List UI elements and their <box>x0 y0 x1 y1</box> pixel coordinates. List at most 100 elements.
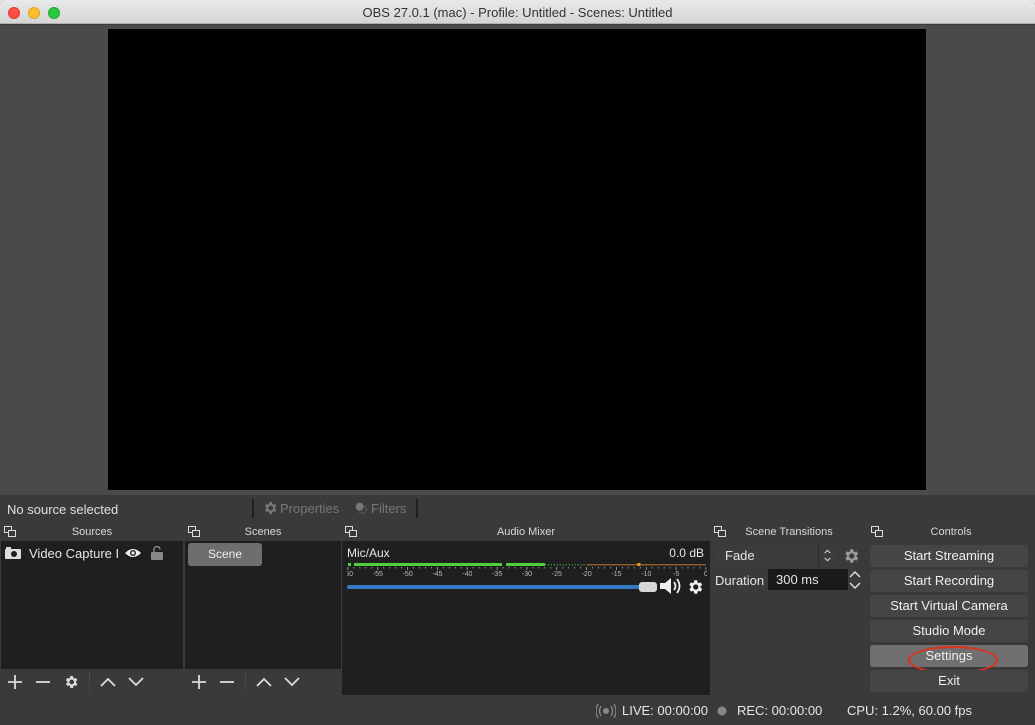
duration-input[interactable]: 300 ms <box>768 569 848 590</box>
meter-minor-tick <box>419 567 420 569</box>
divider <box>89 672 90 692</box>
meter-minor-tick <box>431 567 432 569</box>
meter-major-tick <box>377 567 379 570</box>
meter-minor-tick <box>448 567 450 569</box>
transition-select[interactable]: Fade <box>715 545 836 566</box>
move-source-down-button[interactable] <box>122 669 150 695</box>
meter-minor-tick <box>395 567 397 569</box>
meter-minor-tick <box>598 567 599 569</box>
unlock-icon[interactable] <box>151 546 163 560</box>
obs-window: OBS 27.0.1 (mac) - Profile: Untitled - S… <box>0 0 1035 725</box>
meter-minor-tick <box>633 567 635 569</box>
volume-slider[interactable] <box>347 579 657 595</box>
context-bar: No source selected Properties Filters <box>0 495 1035 522</box>
properties-label: Properties <box>280 500 340 516</box>
settings-label: Settings <box>925 648 973 663</box>
title-bar: OBS 27.0.1 (mac) - Profile: Untitled - S… <box>0 0 1035 24</box>
scenes-dock: Scenes Scene <box>185 523 341 695</box>
meter-major-tick <box>347 567 349 570</box>
meter-minor-tick <box>365 567 367 569</box>
window-title: OBS 27.0.1 (mac) - Profile: Untitled - S… <box>362 5 673 20</box>
move-source-up-button[interactable] <box>94 669 122 695</box>
meter-major-tick <box>526 567 528 570</box>
scene-item[interactable]: Scene <box>188 543 262 566</box>
broadcast-icon <box>596 703 616 718</box>
meter-minor-tick <box>669 567 671 569</box>
float-dock-icon[interactable] <box>188 526 200 537</box>
gear-icon <box>264 502 277 514</box>
speaker-icon[interactable] <box>660 577 682 595</box>
filters-label: Filters <box>371 500 407 516</box>
start-streaming-button[interactable]: Start Streaming <box>870 545 1028 567</box>
meter-minor-tick <box>490 567 492 569</box>
meter-minor-tick <box>502 567 504 569</box>
meter-minor-tick <box>353 567 355 569</box>
meter-tick-label: -60 <box>347 571 353 578</box>
filters-button[interactable]: Filters <box>353 500 406 516</box>
meter-dot <box>568 564 570 566</box>
meter-minor-tick <box>592 567 593 569</box>
scenes-toolbar <box>185 669 341 695</box>
chevron-up-icon <box>256 677 272 687</box>
meter-tick-label: -40 <box>462 571 472 578</box>
eye-icon[interactable] <box>125 547 141 559</box>
divider <box>245 672 246 692</box>
volume-handle[interactable] <box>639 582 657 592</box>
divider <box>252 499 254 518</box>
meter-minor-tick <box>639 567 641 569</box>
meter-major-tick <box>645 567 647 570</box>
move-scene-down-button[interactable] <box>278 669 306 695</box>
properties-button[interactable]: Properties <box>262 500 339 516</box>
plus-icon <box>8 675 22 689</box>
dock-title: Audio Mixer <box>496 526 556 538</box>
meter-major-tick <box>675 567 677 570</box>
selection-label: No source selected <box>7 502 119 517</box>
start-recording-button[interactable]: Start Recording <box>870 570 1028 592</box>
meter-minor-tick <box>472 567 474 569</box>
add-scene-button[interactable] <box>185 669 213 695</box>
preview-area <box>0 25 1035 495</box>
gear-icon[interactable] <box>686 578 704 596</box>
channel-name: Mic/Aux <box>347 546 390 560</box>
duration-label: Duration <box>715 573 765 588</box>
live-timer: LIVE: 00:00:00 <box>622 703 709 718</box>
add-source-button[interactable] <box>1 669 29 695</box>
float-dock-icon[interactable] <box>345 526 357 537</box>
meter-minor-tick <box>520 567 522 569</box>
studio-mode-button[interactable]: Studio Mode <box>870 620 1028 642</box>
meter-tick-label: -35 <box>492 571 502 578</box>
gear-icon <box>65 676 78 688</box>
meter-dot <box>547 564 549 566</box>
camera-icon <box>5 547 21 559</box>
gear-icon[interactable] <box>842 547 860 565</box>
float-dock-icon[interactable] <box>4 526 16 537</box>
remove-source-button[interactable] <box>29 669 57 695</box>
meter-minor-tick <box>460 567 462 569</box>
meter-dot <box>574 564 576 566</box>
source-item[interactable]: Video Capture I <box>5 544 181 562</box>
duration-stepper[interactable] <box>848 569 862 591</box>
dock-header: Scene Transitions <box>711 523 867 541</box>
meter-minor-tick <box>544 567 546 569</box>
sources-dock: Sources Video Capture I <box>1 523 183 695</box>
move-scene-up-button[interactable] <box>250 669 278 695</box>
cpu-fps: CPU: 1.2%, 60.00 fps <box>847 703 973 718</box>
float-dock-icon[interactable] <box>871 526 883 537</box>
start-virtual-camera-button[interactable]: Start Virtual Camera <box>870 595 1028 617</box>
float-dock-icon[interactable] <box>714 526 726 537</box>
source-properties-button[interactable] <box>57 669 85 695</box>
preview-canvas[interactable] <box>108 29 926 490</box>
meter-minor-tick <box>663 567 665 569</box>
meter-dot <box>571 564 573 566</box>
meter-tick-label: -55 <box>373 571 383 578</box>
exit-button[interactable]: Exit <box>870 670 1028 692</box>
meter-dot <box>559 564 561 566</box>
remove-scene-button[interactable] <box>213 669 241 695</box>
meter-segment <box>353 563 502 566</box>
minus-icon <box>36 681 50 683</box>
meter-minor-tick <box>604 567 605 569</box>
meter-minor-tick <box>538 567 540 569</box>
meter-tick-label: 0 <box>704 571 707 578</box>
filter-icon <box>355 502 367 514</box>
settings-button[interactable]: Settings <box>870 645 1028 674</box>
